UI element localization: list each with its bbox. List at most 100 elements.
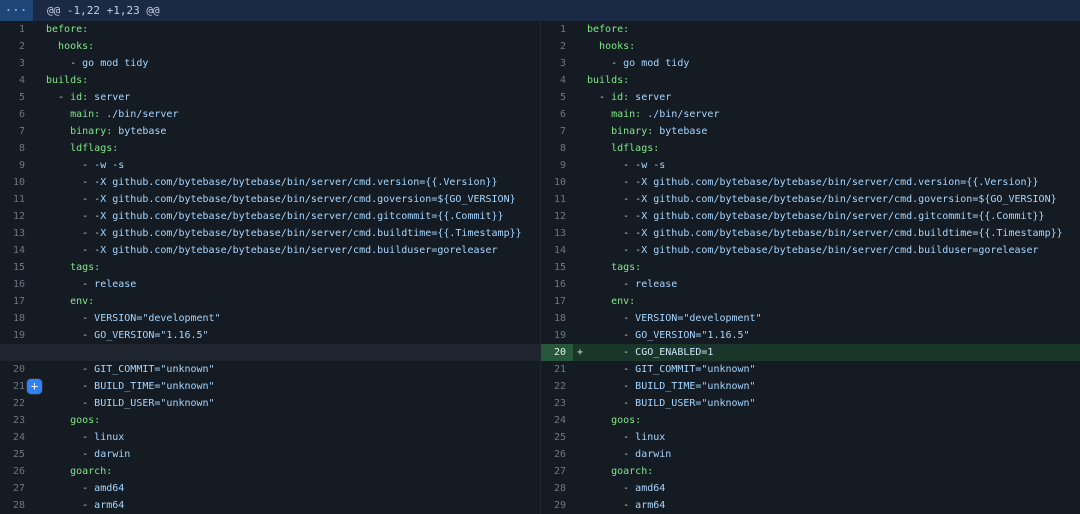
- code-line: goos:: [573, 412, 1080, 429]
- code-line: - -X github.com/bytebase/bytebase/bin/se…: [32, 174, 540, 191]
- diff-code-row: 2 hooks:: [0, 38, 540, 55]
- code-line: binary: bytebase: [573, 123, 1080, 140]
- diff-code-row: 10 - -X github.com/bytebase/bytebase/bin…: [0, 174, 540, 191]
- code-line: - -X github.com/bytebase/bytebase/bin/se…: [573, 191, 1080, 208]
- diff-code-row: 22 - BUILD_TIME="unknown": [541, 378, 1080, 395]
- diff-code-row: 1before:: [541, 21, 1080, 38]
- line-number[interactable]: 18: [0, 310, 32, 327]
- code-line: - id: server: [32, 89, 540, 106]
- diff-spacer-row: [0, 344, 540, 361]
- line-number[interactable]: 27: [0, 480, 32, 497]
- code-line: - -X github.com/bytebase/bytebase/bin/se…: [32, 208, 540, 225]
- line-number[interactable]: 3: [541, 55, 573, 72]
- line-number[interactable]: 5: [0, 89, 32, 106]
- line-number[interactable]: 9: [0, 157, 32, 174]
- line-number[interactable]: 1: [0, 21, 32, 38]
- line-number[interactable]: 13: [0, 225, 32, 242]
- line-number[interactable]: 3: [0, 55, 32, 72]
- line-number[interactable]: 25: [541, 429, 573, 446]
- line-number[interactable]: 7: [541, 123, 573, 140]
- line-number[interactable]: 11: [541, 191, 573, 208]
- line-number[interactable]: 4: [0, 72, 32, 89]
- line-number[interactable]: 22: [0, 395, 32, 412]
- line-number[interactable]: 4: [541, 72, 573, 89]
- line-number[interactable]: 12: [541, 208, 573, 225]
- code-line: goarch:: [573, 463, 1080, 480]
- code-line: - amd64: [573, 480, 1080, 497]
- line-number[interactable]: 28: [541, 480, 573, 497]
- line-number[interactable]: 8: [0, 140, 32, 157]
- split-diff-view: ··· @@ -1,22 +1,23 @@ 1before:2 hooks:3 …: [0, 0, 1080, 514]
- line-number[interactable]: 23: [541, 395, 573, 412]
- diff-code-row: 18 - VERSION="development": [541, 310, 1080, 327]
- line-number[interactable]: 16: [0, 276, 32, 293]
- line-number[interactable]: 17: [0, 293, 32, 310]
- code-line: - darwin: [573, 446, 1080, 463]
- line-number[interactable]: 14: [0, 242, 32, 259]
- line-number[interactable]: 11: [0, 191, 32, 208]
- diff-code-row: 28 - arm64: [0, 497, 540, 514]
- line-number[interactable]: 6: [0, 106, 32, 123]
- line-number[interactable]: 23: [0, 412, 32, 429]
- code-line: - darwin: [32, 446, 540, 463]
- line-number[interactable]: 10: [0, 174, 32, 191]
- diff-code-row: 6 main: ./bin/server: [541, 106, 1080, 123]
- code-line: - release: [32, 276, 540, 293]
- code-line: ldflags:: [32, 140, 540, 157]
- line-number[interactable]: 24: [541, 412, 573, 429]
- diff-code-row: 8 ldflags:: [541, 140, 1080, 157]
- expand-hunk-button[interactable]: ···: [0, 0, 33, 21]
- diff-added-row: 20+ - CGO_ENABLED=1: [541, 344, 1080, 361]
- code-line: ldflags:: [573, 140, 1080, 157]
- code-line: - -w -s: [573, 157, 1080, 174]
- diff-code-row: 9 - -w -s: [0, 157, 540, 174]
- code-line: hooks:: [32, 38, 540, 55]
- line-number[interactable]: 10: [541, 174, 573, 191]
- code-line: goos:: [32, 412, 540, 429]
- code-line: - id: server: [573, 89, 1080, 106]
- line-number[interactable]: 7: [0, 123, 32, 140]
- line-number[interactable]: 19: [0, 327, 32, 344]
- diff-code-row: 27 - amd64: [0, 480, 540, 497]
- line-number[interactable]: 29: [541, 497, 573, 514]
- diff-code-row: 20 - GIT_COMMIT="unknown": [0, 361, 540, 378]
- line-number[interactable]: 6: [541, 106, 573, 123]
- diff-pane-new: 1before:2 hooks:3 - go mod tidy4builds:5…: [540, 21, 1080, 514]
- line-number[interactable]: 19: [541, 327, 573, 344]
- code-line: - GIT_COMMIT="unknown": [32, 361, 540, 378]
- line-number[interactable]: 5: [541, 89, 573, 106]
- code-line: main: ./bin/server: [573, 106, 1080, 123]
- line-number[interactable]: 27: [541, 463, 573, 480]
- line-number[interactable]: 24: [0, 429, 32, 446]
- line-number[interactable]: 18: [541, 310, 573, 327]
- diff-code-row: 3 - go mod tidy: [541, 55, 1080, 72]
- line-number[interactable]: 15: [541, 259, 573, 276]
- line-number[interactable]: 16: [541, 276, 573, 293]
- line-number[interactable]: 20: [0, 361, 32, 378]
- line-number[interactable]: 20: [541, 344, 573, 361]
- line-number[interactable]: 12: [0, 208, 32, 225]
- code-line: tags:: [32, 259, 540, 276]
- line-number[interactable]: 2: [0, 38, 32, 55]
- add-comment-button[interactable]: +: [27, 379, 42, 394]
- line-number[interactable]: 8: [541, 140, 573, 157]
- line-number[interactable]: 26: [0, 463, 32, 480]
- diff-code-row: 16 - release: [0, 276, 540, 293]
- code-line: before:: [32, 21, 540, 38]
- line-number[interactable]: 21: [541, 361, 573, 378]
- line-number[interactable]: 15: [0, 259, 32, 276]
- line-number[interactable]: 26: [541, 446, 573, 463]
- line-number[interactable]: 1: [541, 21, 573, 38]
- line-number[interactable]: 17: [541, 293, 573, 310]
- diff-code-row: 26 - darwin: [541, 446, 1080, 463]
- line-number[interactable]: 22: [541, 378, 573, 395]
- code-line: + - CGO_ENABLED=1: [573, 344, 1080, 361]
- line-number[interactable]: 14: [541, 242, 573, 259]
- line-number[interactable]: 28: [0, 497, 32, 514]
- line-number[interactable]: 13: [541, 225, 573, 242]
- line-number[interactable]: 2: [541, 38, 573, 55]
- line-number[interactable]: 9: [541, 157, 573, 174]
- diff-code-row: 13 - -X github.com/bytebase/bytebase/bin…: [541, 225, 1080, 242]
- code-line: - linux: [573, 429, 1080, 446]
- line-number[interactable]: 25: [0, 446, 32, 463]
